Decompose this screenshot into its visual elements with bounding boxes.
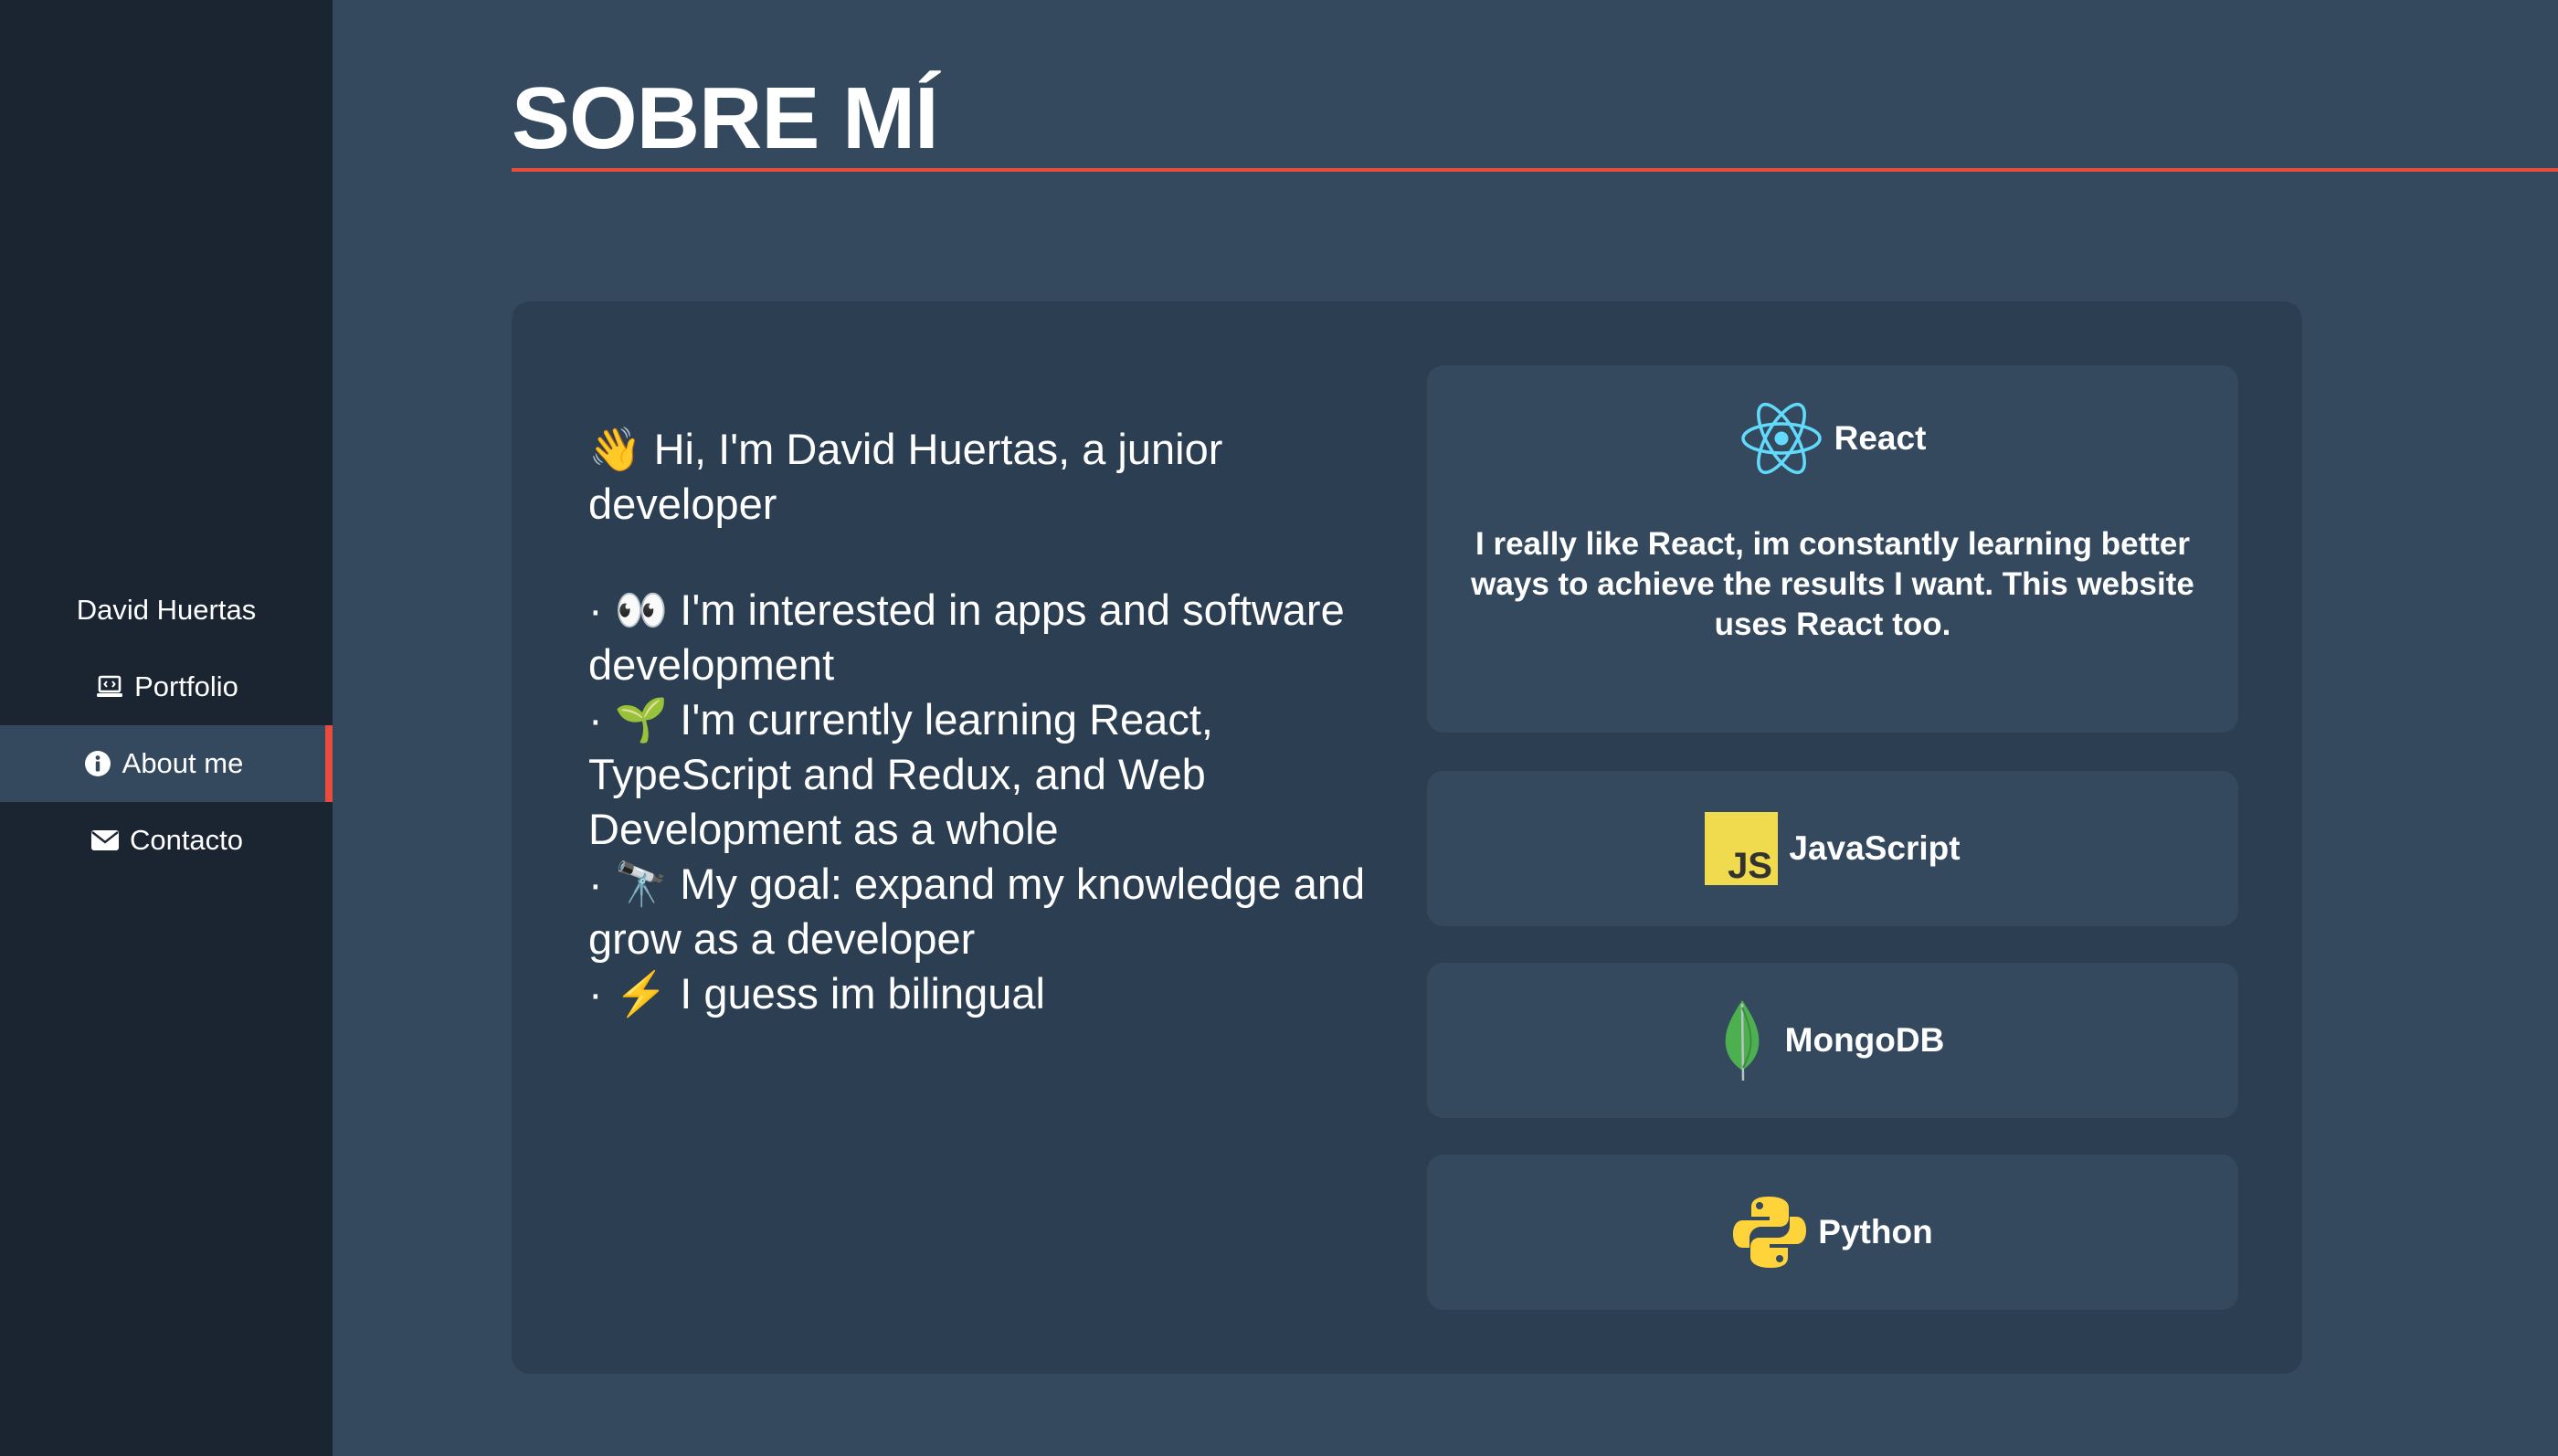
envelope-icon [90,825,121,856]
intro-line: · 🔭 My goal: expand my knowledge and gro… [588,860,1366,963]
skill-description: I really like React, im constantly learn… [1471,526,2194,642]
skill-name: JavaScript [1789,829,1961,867]
sidebar-item-portfolio[interactable]: Portfolio [0,649,333,725]
title-underline [512,168,2558,172]
sidebar-brand[interactable]: David Huertas [0,585,333,636]
javascript-icon: JS [1705,812,1779,885]
skill-name: MongoDB [1784,1021,1945,1059]
intro-spacer [588,532,1374,583]
skill-card-javascript: JS JavaScript [1427,771,2238,926]
skill-header: Python [1427,1155,2238,1310]
sidebar-item-about-me[interactable]: About me [0,725,333,802]
skill-card-react: React I really like React, im constantly… [1427,365,2238,733]
laptop-code-icon [94,671,125,702]
react-icon [1739,400,1823,477]
app: David Huertas Portfolio About me Contact… [0,0,2558,1456]
page-title: SOBRE MÍ [512,69,939,167]
sidebar-item-contacto[interactable]: Contacto [0,802,333,879]
skill-header: React [1427,400,2238,477]
skill-card-mongodb: MongoDB [1427,963,2238,1118]
skill-header: JS JavaScript [1427,771,2238,926]
intro-line: · 🌱 I'm currently learning React, TypeSc… [588,695,1213,853]
intro-line: · ⚡ I guess im bilingual [588,969,1045,1018]
intro-line: · 👀 I'm interested in apps and software … [588,586,1345,689]
skill-name: Python [1818,1213,1933,1250]
skill-header: MongoDB [1427,963,2238,1118]
intro-text: 👋 Hi, I'm David Huertas, a junior develo… [588,422,1374,1021]
skill-card-python: Python [1427,1155,2238,1310]
intro-greeting: 👋 Hi, I'm David Huertas, a junior develo… [588,425,1223,528]
mongodb-icon [1721,998,1763,1082]
python-icon [1732,1195,1807,1270]
sidebar: David Huertas Portfolio About me Contact… [0,0,333,1456]
skill-name: React [1834,419,1927,457]
svg-text:JS: JS [1728,846,1772,885]
sidebar-item-label: Portfolio [134,670,238,702]
sidebar-item-label: About me [122,747,244,779]
about-card: 👋 Hi, I'm David Huertas, a junior develo… [512,301,2302,1374]
sidebar-item-label: Contacto [129,824,244,856]
info-circle-icon [82,748,113,779]
